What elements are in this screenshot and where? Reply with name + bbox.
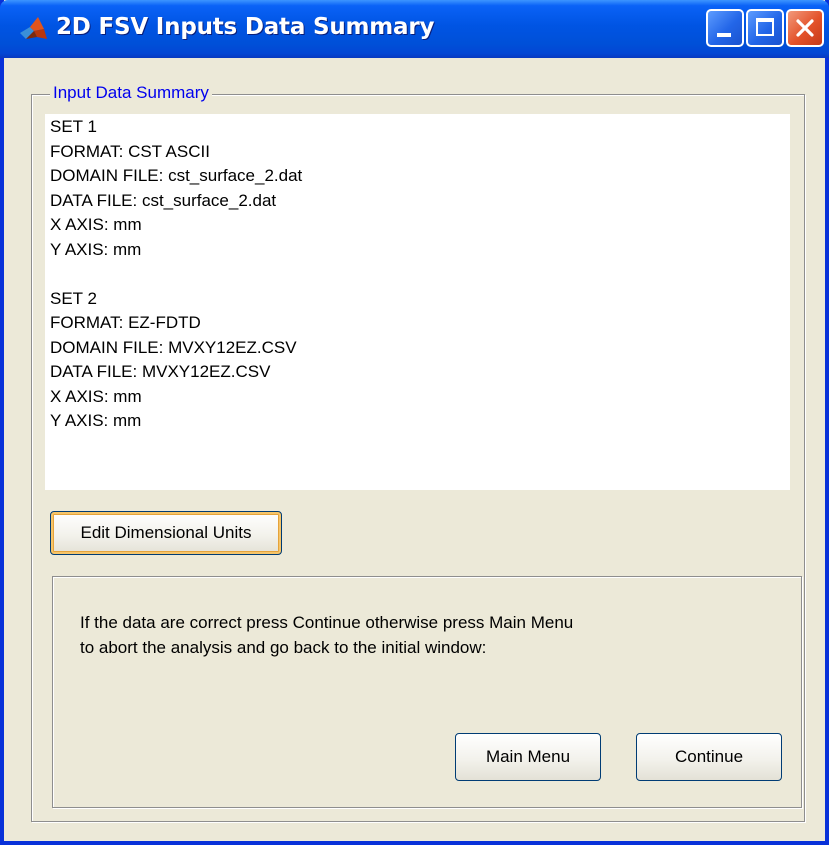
maximize-icon	[756, 18, 774, 36]
close-button[interactable]	[786, 9, 824, 47]
title-bar[interactable]: 2D FSV Inputs Data Summary	[0, 0, 829, 58]
summary-line: Y AXIS: mm	[50, 239, 142, 259]
summary-line: FORMAT: EZ-FDTD	[50, 313, 201, 332]
app-window: 2D FSV Inputs Data Summary Input Data Su…	[0, 0, 829, 845]
window-title: 2D FSV Inputs Data Summary	[56, 14, 435, 40]
confirm-message: If the data are correct press Continue o…	[80, 610, 780, 660]
summary-line	[50, 262, 790, 287]
maximize-button[interactable]	[746, 9, 784, 47]
summary-line: SET 1	[50, 117, 97, 136]
summary-line: X AXIS: mm	[50, 215, 142, 234]
close-icon	[796, 19, 814, 37]
summary-line: DOMAIN FILE: MVXY12EZ.CSV	[50, 337, 297, 357]
minimize-icon	[717, 33, 731, 37]
summary-line: DATA FILE: cst_surface_2.dat	[50, 190, 277, 210]
minimize-button[interactable]	[706, 9, 744, 47]
matlab-logo-icon	[20, 17, 47, 39]
summary-line: SET 2	[50, 288, 97, 308]
continue-button[interactable]: Continue	[636, 733, 782, 781]
edit-dimensional-units-button[interactable]: Edit Dimensional Units	[50, 511, 282, 555]
summary-line: DOMAIN FILE: cst_surface_2.dat	[50, 166, 303, 185]
summary-line: Y AXIS: mm	[50, 411, 142, 430]
summary-line: FORMAT: CST ASCII	[50, 141, 210, 161]
summary-line: DATA FILE: MVXY12EZ.CSV	[50, 362, 271, 381]
confirm-message-line: to abort the analysis and go back to the…	[80, 638, 487, 657]
main-menu-button[interactable]: Main Menu	[455, 733, 601, 781]
confirm-message-line: If the data are correct press Continue o…	[80, 613, 574, 632]
summary-line: X AXIS: mm	[50, 386, 142, 406]
group-legend: Input Data Summary	[50, 83, 212, 103]
window-content: Input Data Summary SET 1 FORMAT: CST ASC…	[4, 58, 825, 841]
summary-text-box: SET 1 FORMAT: CST ASCII DOMAIN FILE: cst…	[45, 114, 790, 490]
